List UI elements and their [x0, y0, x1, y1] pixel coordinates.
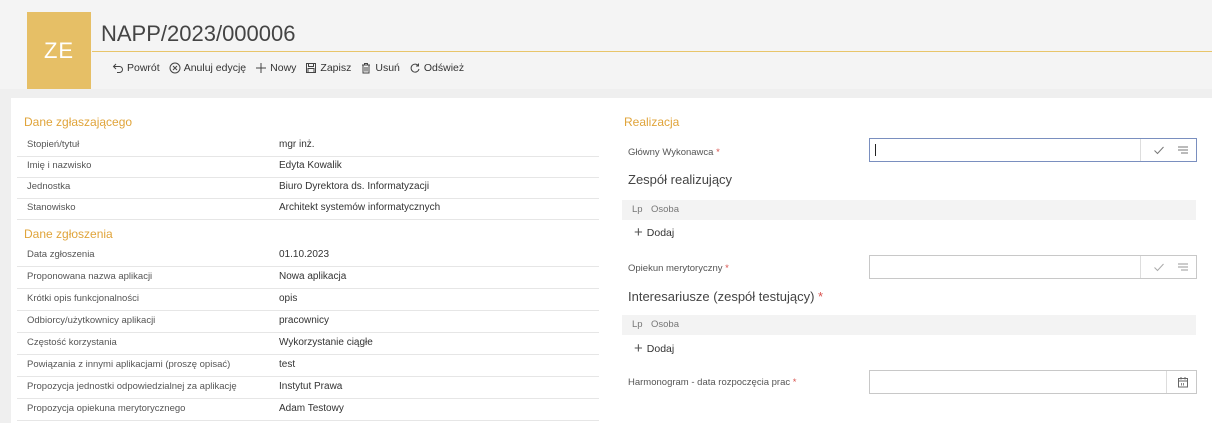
list-icon[interactable] — [1177, 261, 1189, 273]
text-cursor — [875, 144, 876, 156]
table-row: Powiązania z innymi aplikacjami (proszę … — [17, 356, 599, 377]
table-row: Propozycja jednostki odpowiedzialnej za … — [17, 378, 599, 399]
column-header-lp: Lp — [632, 204, 643, 215]
cancel-edit-button[interactable]: Anuluj edycję — [169, 62, 246, 74]
list-icon[interactable] — [1177, 144, 1189, 156]
required-mark: * — [725, 263, 729, 274]
row-label: Imię i nazwisko — [27, 160, 92, 171]
table-row: Stanowisko Architekt systemów informatyc… — [17, 199, 599, 220]
required-mark: * — [716, 147, 720, 158]
row-label: Odbiorcy/użytkownicy aplikacji — [27, 315, 156, 326]
column-header-lp: Lp — [632, 319, 643, 330]
page-header: ZE NAPP/2023/000006 Powrót Anuluj edycję… — [0, 0, 1212, 89]
row-label: Krótki opis funkcjonalności — [27, 293, 139, 304]
plus-icon: + — [634, 340, 643, 357]
field-separator — [1166, 371, 1167, 393]
new-button[interactable]: Nowy — [255, 62, 296, 74]
required-mark: * — [818, 289, 824, 304]
save-button[interactable]: Zapisz — [305, 62, 351, 74]
row-value: Edyta Kowalik — [279, 160, 342, 171]
table-row: Krótki opis funkcjonalności opis — [17, 290, 599, 311]
schedule-label-text: Harmonogram - data rozpoczęcia prac — [628, 377, 791, 388]
field-separator — [1140, 256, 1141, 278]
cancel-edit-label: Anuluj edycję — [183, 62, 247, 74]
row-label: Stopień/tytuł — [27, 139, 80, 150]
table-row: Propozycja opiekuna merytorycznego Adam … — [17, 400, 599, 421]
schedule-label: Harmonogram - data rozpoczęcia prac * — [628, 377, 796, 388]
section-title-request: Dane zgłoszenia — [24, 227, 113, 241]
table-row: Stopień/tytuł mgr inż. — [17, 136, 599, 157]
supervisor-label: Opiekun merytoryczny * — [628, 263, 729, 274]
main-contractor-field[interactable] — [869, 138, 1197, 162]
row-value: pracownicy — [279, 315, 330, 326]
row-value: Adam Testowy — [279, 403, 344, 414]
table-row: Proponowana nazwa aplikacji Nowa aplikac… — [17, 268, 599, 289]
field-separator — [1140, 139, 1141, 161]
stakeholders-add-button[interactable]: + Dodaj — [634, 340, 675, 357]
row-label: Propozycja opiekuna merytorycznego — [27, 403, 186, 414]
save-label: Zapisz — [320, 62, 352, 74]
header-divider — [92, 51, 1212, 52]
stakeholders-title: Interesariusze (zespół testujący) * — [628, 289, 823, 304]
refresh-icon — [409, 62, 421, 74]
row-value: Instytut Prawa — [279, 381, 343, 392]
row-value: Architekt systemów informatycznych — [279, 202, 441, 213]
schedule-date-field[interactable] — [869, 370, 1197, 394]
refresh-label: Odśwież — [423, 62, 465, 74]
row-label: Jednostka — [27, 181, 71, 192]
table-row: Odbiorcy/użytkownicy aplikacji pracownic… — [17, 312, 599, 333]
delete-label: Usuń — [375, 62, 400, 74]
supervisor-label-text: Opiekun merytoryczny — [628, 263, 723, 274]
new-label: Nowy — [270, 62, 297, 74]
stakeholders-title-text: Interesariusze (zespół testujący) — [628, 289, 815, 304]
row-value: test — [279, 359, 296, 370]
column-header-person: Osoba — [651, 319, 679, 330]
row-label: Powiązania z innymi aplikacjami (proszę … — [27, 359, 231, 370]
row-label: Propozycja jednostki odpowiedzialnej za … — [27, 381, 237, 392]
team-table-header: Lp Osoba — [622, 200, 1196, 220]
check-icon[interactable] — [1153, 261, 1165, 273]
row-value: 01.10.2023 — [279, 249, 330, 260]
row-value: mgr inż. — [279, 139, 315, 150]
back-button[interactable]: Powrót — [112, 62, 160, 74]
row-label: Częstość korzystania — [27, 337, 117, 348]
row-value: opis — [279, 293, 298, 304]
row-label: Proponowana nazwa aplikacji — [27, 271, 153, 282]
stakeholders-table-header: Lp Osoba — [622, 315, 1196, 335]
page-title: NAPP/2023/000006 — [101, 21, 296, 46]
column-header-person: Osoba — [651, 204, 679, 215]
stakeholders-add-label: Dodaj — [646, 343, 675, 355]
team-add-button[interactable]: + Dodaj — [634, 224, 675, 241]
section-title-realization: Realizacja — [624, 115, 680, 129]
cancel-circle-icon — [169, 62, 181, 74]
avatar: ZE — [27, 12, 91, 89]
back-label: Powrót — [127, 62, 160, 74]
row-value: Biuro Dyrektora ds. Informatyzacji — [279, 181, 430, 192]
check-icon[interactable] — [1153, 144, 1165, 156]
team-add-label: Dodaj — [646, 227, 675, 239]
main-contractor-label-text: Główny Wykonawca — [628, 147, 714, 158]
table-row: Data zgłoszenia 01.10.2023 — [17, 246, 599, 267]
row-value: Wykorzystanie ciągłe — [279, 337, 373, 348]
back-arrow-icon — [112, 62, 124, 74]
required-mark: * — [792, 377, 797, 388]
plus-icon: + — [634, 224, 643, 241]
main-contractor-label: Główny Wykonawca * — [628, 147, 720, 158]
refresh-button[interactable]: Odśwież — [409, 62, 464, 74]
save-disk-icon — [305, 62, 317, 74]
row-value: Nowa aplikacja — [279, 271, 347, 282]
team-title: Zespół realizujący — [628, 172, 733, 187]
table-row: Częstość korzystania Wykorzystanie ciągł… — [17, 334, 599, 355]
supervisor-field[interactable] — [869, 255, 1197, 279]
section-title-submitter: Dane zgłaszającego — [24, 115, 133, 129]
row-label: Stanowisko — [27, 202, 76, 213]
toolbar: Powrót Anuluj edycję Nowy Zapisz Usuń Od… — [112, 62, 473, 74]
row-label: Data zgłoszenia — [27, 249, 95, 260]
table-row: Imię i nazwisko Edyta Kowalik — [17, 157, 599, 178]
delete-button[interactable]: Usuń — [360, 62, 400, 74]
trash-icon — [360, 62, 372, 74]
plus-icon — [255, 62, 267, 74]
calendar-icon[interactable] — [1177, 376, 1189, 388]
table-row: Jednostka Biuro Dyrektora ds. Informatyz… — [17, 178, 599, 199]
